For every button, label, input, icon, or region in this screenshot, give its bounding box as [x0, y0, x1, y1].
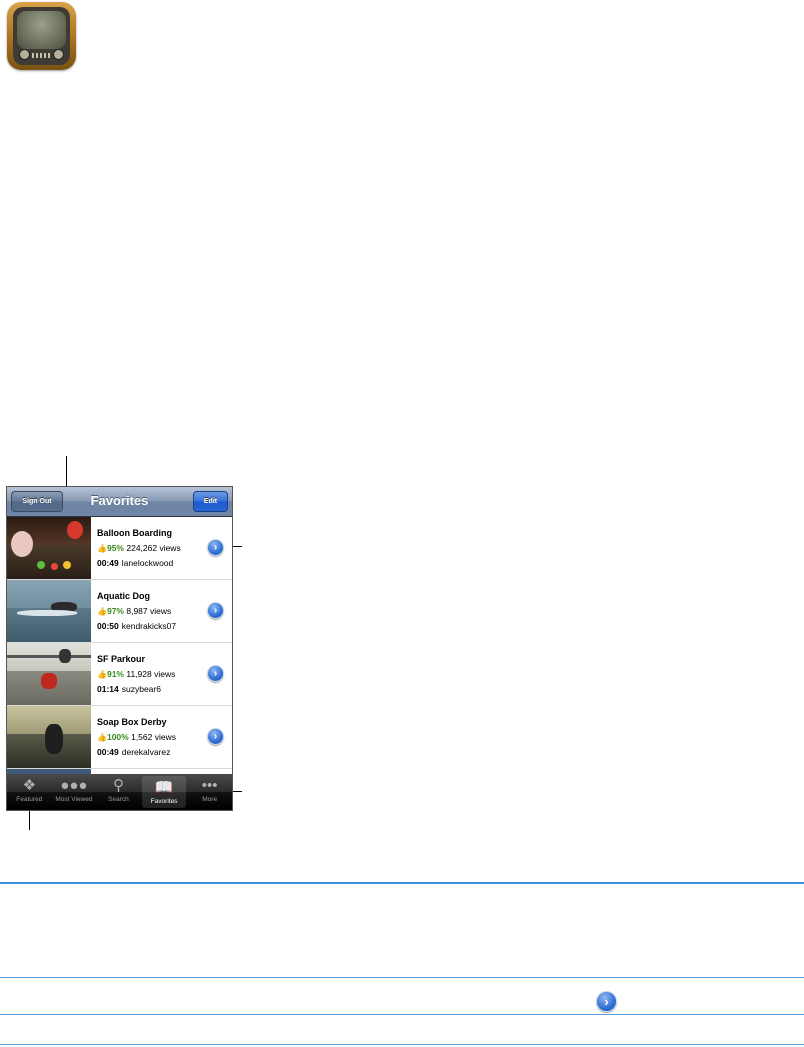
video-title: Balloon Boarding: [97, 528, 172, 538]
detail-disclosure-button[interactable]: ›: [207, 539, 224, 556]
tv-speaker-grill: [32, 53, 51, 58]
video-stats: 👍91% 11,928 views: [97, 669, 175, 679]
edit-button[interactable]: Edit: [193, 491, 228, 512]
table-top-rule: [0, 882, 804, 884]
video-user: kendrakicks07: [121, 621, 177, 631]
tv-screen: [17, 11, 66, 49]
tab-favorites[interactable]: 📖 Favorites: [141, 776, 187, 808]
tab-label: More: [202, 796, 218, 803]
tab-label: Featured: [16, 796, 43, 803]
video-meta: 01:14 suzybear6: [97, 684, 161, 694]
youtube-app-icon: [7, 2, 76, 70]
video-duration: 01:14: [97, 684, 119, 694]
video-thumbnail: [7, 517, 91, 579]
tab-search[interactable]: ⚲ Search: [96, 774, 141, 810]
video-row[interactable]: Balloon Boarding 👍95% 224,262 views 00:4…: [7, 517, 232, 580]
video-stats: 👍95% 224,262 views: [97, 543, 181, 553]
tab-label: Favorites: [150, 798, 178, 805]
video-meta: 00:50 kendrakicks07: [97, 621, 176, 631]
video-user: derekalvarez: [121, 747, 171, 757]
tab-bar: ❖ Featured ●●● Most Viewed ⚲ Search 📖 Fa…: [7, 774, 232, 810]
tab-featured[interactable]: ❖ Featured: [7, 774, 52, 810]
featured-icon: ❖: [22, 777, 37, 794]
video-stats: 👍100% 1,562 views: [97, 732, 176, 742]
detail-disclosure-button[interactable]: ›: [207, 665, 224, 682]
video-title: Aquatic Dog: [97, 591, 150, 601]
navigation-bar: Sign Out Favorites Edit: [7, 487, 232, 517]
video-views: 1,562 views: [131, 732, 176, 742]
tv-knob-left: [19, 49, 30, 60]
video-views: 224,262 views: [126, 543, 181, 553]
search-icon: ⚲: [112, 777, 124, 794]
tv-knob-right: [53, 49, 64, 60]
video-meta: 00:49 derekalvarez: [97, 747, 170, 757]
detail-disclosure-button[interactable]: ›: [207, 728, 224, 745]
thumb-up-icon: 👍: [97, 670, 107, 679]
video-row[interactable]: Aquatic Dog 👍97% 8,987 views 00:50 kendra…: [7, 580, 232, 643]
video-thumbnail: [7, 643, 91, 705]
video-duration: 00:49: [97, 558, 119, 568]
video-stats: 👍97% 8,987 views: [97, 606, 171, 616]
table-row-rule: [0, 1044, 804, 1045]
video-rating: 100%: [106, 732, 129, 742]
favorites-icon: 📖: [154, 779, 174, 796]
video-duration: 00:50: [97, 621, 119, 631]
video-duration: 00:49: [97, 747, 119, 757]
video-user: suzybear6: [121, 684, 161, 694]
tab-most-viewed[interactable]: ●●● Most Viewed: [52, 774, 97, 810]
tv-body: [13, 7, 70, 65]
thumb-up-icon: 👍: [97, 607, 107, 616]
video-rating: 97%: [106, 606, 124, 616]
video-row[interactable]: SF Parkour 👍91% 11,928 views 01:14 suzybe…: [7, 643, 232, 706]
video-title: Soap Box Derby: [97, 717, 167, 727]
detail-disclosure-icon: ›: [596, 991, 617, 1012]
table-row-rule: [0, 977, 804, 978]
table-row-rule: [0, 1014, 804, 1015]
thumb-up-icon: 👍: [97, 733, 107, 742]
most-viewed-icon: ●●●: [60, 777, 88, 794]
video-row[interactable]: Soap Box Derby 👍100% 1,562 views 00:49 de…: [7, 706, 232, 769]
video-views: 11,928 views: [126, 669, 176, 679]
video-list: Balloon Boarding 👍95% 224,262 views 00:4…: [7, 517, 232, 777]
video-thumbnail: [7, 706, 91, 768]
tab-label: Most Viewed: [55, 796, 93, 803]
more-icon: •••: [201, 777, 218, 794]
video-thumbnail: [7, 580, 91, 642]
video-rating: 91%: [106, 669, 124, 679]
detail-disclosure-button[interactable]: ›: [207, 602, 224, 619]
video-rating: 95%: [106, 543, 124, 553]
thumb-up-icon: 👍: [97, 544, 107, 553]
tab-label: Search: [108, 796, 129, 803]
video-meta: 00:49 lanelockwood: [97, 558, 173, 568]
video-title: SF Parkour: [97, 654, 146, 664]
video-user: lanelockwood: [121, 558, 174, 568]
tab-more[interactable]: ••• More: [187, 774, 232, 810]
phone-screen: Sign Out Favorites Edit Balloon Boarding…: [6, 486, 233, 811]
video-views: 8,987 views: [126, 606, 172, 616]
